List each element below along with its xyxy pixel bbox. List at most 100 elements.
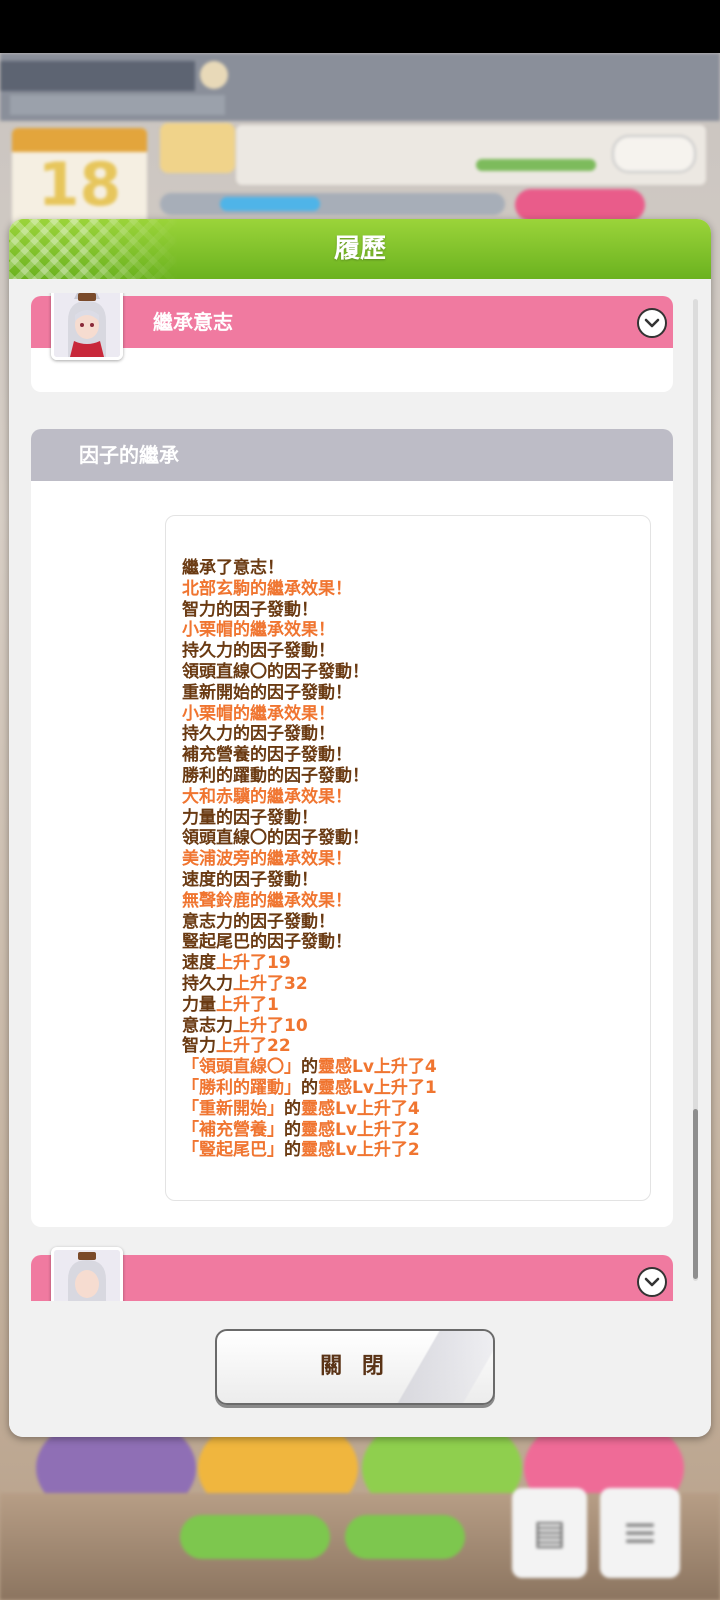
log-line: 力量的因子發動！ <box>182 808 642 829</box>
log-line: 持久力的因子發動！ <box>182 724 642 745</box>
log-segment: 北部玄駒的繼承效果！ <box>182 578 352 599</box>
next-history-header[interactable] <box>31 1255 673 1301</box>
log-segment: 勝利的躍動的因子發動！ <box>182 765 369 786</box>
log-segment: 無聲鈴鹿的繼承效果！ <box>182 890 352 911</box>
log-segment: 智力 <box>182 1036 216 1057</box>
log-segment: 靈感Lv上升了4 <box>301 1098 420 1119</box>
log-line: 重新開始的因子發動！ <box>182 683 642 704</box>
log-line: 小栗帽的繼承效果！ <box>182 704 642 725</box>
factor-inherit-title: 因子的繼承 <box>79 443 179 467</box>
log-segment: 「補充營養」 <box>182 1119 284 1140</box>
bg-skip-button <box>180 1515 330 1559</box>
log-segment: 上升了19 <box>216 953 291 974</box>
log-segment: 上升了10 <box>233 1015 308 1036</box>
log-line: 「領頭直線〇」的靈感Lv上升了4 <box>182 1057 642 1078</box>
log-segment: 的 <box>284 1098 301 1119</box>
log-segment: 靈感Lv上升了1 <box>318 1077 437 1098</box>
log-line: 小栗帽的繼承效果！ <box>182 620 642 641</box>
log-segment: 大和赤驥的繼承效果！ <box>182 786 352 807</box>
log-line: 補充營養的因子發動！ <box>182 745 642 766</box>
log-segment: 的 <box>284 1119 301 1140</box>
log-segment: 領頭直線〇的因子發動！ <box>182 661 369 682</box>
close-button[interactable]: 關 閉 <box>215 1329 495 1405</box>
bg-trainer-name-plate <box>0 61 195 91</box>
log-line: 持久力上升了32 <box>182 974 642 995</box>
log-line: 北部玄駒的繼承效果！ <box>182 579 642 600</box>
character-avatar <box>51 293 123 360</box>
log-line: 意志力上升了10 <box>182 1016 642 1037</box>
log-segment: 力量的因子發動！ <box>182 807 318 828</box>
log-segment: 美浦波旁的繼承效果！ <box>182 849 352 870</box>
log-segment: 「領頭直線〇」 <box>182 1057 301 1078</box>
character-avatar <box>51 1247 123 1301</box>
bg-detail-button <box>612 135 696 173</box>
inherit-will-header[interactable]: 繼承意志 <box>31 296 673 348</box>
log-segment: 意志力 <box>182 1015 233 1036</box>
bg-level-badge <box>200 61 228 89</box>
log-line: 「重新開始」的靈感Lv上升了4 <box>182 1099 642 1120</box>
log-line: 智力上升了22 <box>182 1036 642 1057</box>
bg-goal-progress <box>476 159 596 171</box>
dialog-title: 履歷 <box>333 234 386 264</box>
next-history-card <box>31 1255 673 1301</box>
log-segment: 領頭直線〇的因子發動！ <box>182 828 369 849</box>
log-line: 大和赤驥的繼承效果！ <box>182 787 642 808</box>
log-segment: 補充營養的因子發動！ <box>182 745 352 766</box>
log-segment: 重新開始的因子發動！ <box>182 682 352 703</box>
log-line: 「勝利的躍動」的靈感Lv上升了1 <box>182 1078 642 1099</box>
log-segment: 速度的因子發動！ <box>182 869 318 890</box>
bg-menu-icon: ≡ <box>600 1488 680 1578</box>
bg-log-icon: ▤ <box>512 1488 587 1578</box>
log-line: 勝利的躍動的因子發動！ <box>182 766 642 787</box>
log-line: 美浦波旁的繼承效果！ <box>182 849 642 870</box>
log-line: 繼承了意志！ <box>182 558 642 579</box>
log-segment: 力量 <box>182 994 216 1015</box>
factor-inherit-card: 因子的繼承 繼承了意志！ 北部玄駒的繼承效果！ 智力的因子發動！ 小栗帽的繼承效果！持… <box>31 429 673 1227</box>
log-segment: 「重新開始」 <box>182 1098 284 1119</box>
log-line: 「補充營養」的靈感Lv上升了2 <box>182 1120 642 1141</box>
log-segment: 「豎起尾巴」 <box>182 1140 284 1161</box>
log-segment: 上升了22 <box>216 1036 291 1057</box>
log-line: 無聲鈴鹿的繼承效果！ <box>182 891 642 912</box>
close-button-label: 關 閉 <box>320 1354 390 1379</box>
log-line: 豎起尾巴的因子發動！ <box>182 932 642 953</box>
log-segment: 速度 <box>182 953 216 974</box>
bg-mood-badge <box>515 189 645 221</box>
log-segment: 小栗帽的繼承效果！ <box>182 620 335 641</box>
inherit-log-box: 繼承了意志！ 北部玄駒的繼承效果！ 智力的因子發動！ 小栗帽的繼承效果！ 持久力的因子發… <box>165 515 651 1201</box>
log-line: 「豎起尾巴」的靈感Lv上升了2 <box>182 1140 642 1161</box>
dialog-header: 履歷 <box>9 219 711 279</box>
history-dialog: 履歷 繼承意志 因子的繼承 繼承了意志！ 北部玄駒的繼承效果！ 智力的因子發動！… <box>9 219 711 1437</box>
log-segment: 小栗帽的繼承效果！ <box>182 703 335 724</box>
log-segment: 繼承了意志！ <box>182 558 284 578</box>
chevron-down-icon[interactable] <box>637 308 667 338</box>
bg-calendar-day: 18 <box>37 150 122 220</box>
history-scroll-list[interactable]: 繼承意志 因子的繼承 繼承了意志！ 北部玄駒的繼承效果！ 智力的因子發動！ 小栗… <box>23 293 695 1301</box>
log-segment: 靈感Lv上升了2 <box>301 1119 420 1140</box>
log-segment: 的 <box>301 1057 318 1078</box>
bg-energy-bar <box>160 193 505 215</box>
log-line: 領頭直線〇的因子發動！ <box>182 828 642 849</box>
log-segment: 智力的因子發動！ <box>182 599 318 620</box>
log-segment: 的 <box>301 1077 318 1098</box>
bg-subtitle-bar <box>10 95 225 115</box>
factor-inherit-header: 因子的繼承 <box>31 429 673 481</box>
log-segment: 「勝利的躍動」 <box>182 1077 301 1098</box>
log-segment: 持久力的因子發動！ <box>182 724 335 745</box>
log-line: 領頭直線〇的因子發動！ <box>182 662 642 683</box>
log-segment: 上升了1 <box>216 994 279 1015</box>
inherit-log-lines: 繼承了意志！ 北部玄駒的繼承效果！ 智力的因子發動！ 小栗帽的繼承效果！ 持久力的因子發… <box>182 558 642 1161</box>
scrollbar-thumb[interactable] <box>693 1109 698 1279</box>
log-line: 力量上升了1 <box>182 995 642 1016</box>
inherit-will-title: 繼承意志 <box>153 310 233 334</box>
bg-goal-panel <box>236 125 706 185</box>
log-line: 意志力的因子發動！ <box>182 912 642 933</box>
chevron-down-icon[interactable] <box>637 1267 667 1297</box>
log-line: 速度的因子發動！ <box>182 870 642 891</box>
log-line: 速度上升了19 <box>182 953 642 974</box>
log-segment: 靈感Lv上升了2 <box>301 1140 420 1161</box>
log-line: 智力的因子發動！ <box>182 600 642 621</box>
log-segment: 持久力 <box>182 973 233 994</box>
log-segment: 意志力的因子發動！ <box>182 911 335 932</box>
log-segment: 持久力的因子發動！ <box>182 641 335 662</box>
